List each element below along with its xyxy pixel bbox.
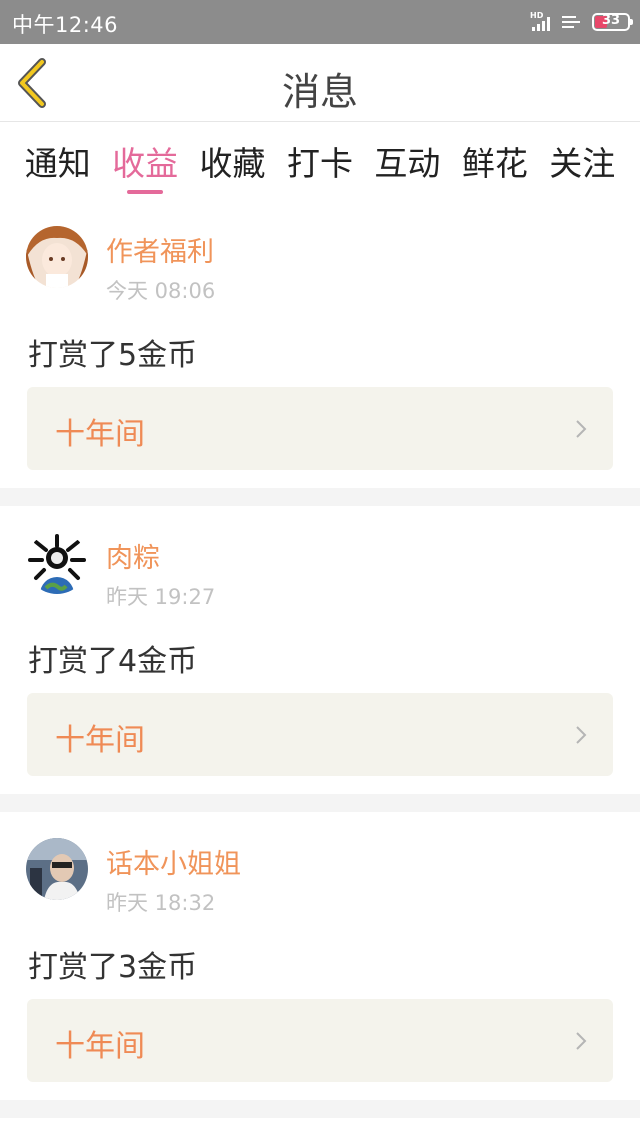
tab-bar: 通知 收益 收藏 打卡 互动 鲜花 关注 (0, 122, 640, 200)
avatar[interactable] (26, 226, 88, 288)
message-list: 作者福利 今天 08:06 打赏了5金币 十年间 肉粽 昨天 19:27 打赏了… (0, 200, 640, 1118)
chevron-right-icon (576, 726, 587, 744)
wifi-icon (562, 14, 584, 30)
battery-icon: 33 (592, 13, 633, 31)
chevron-right-icon (576, 420, 587, 438)
top-bar: 消息 (0, 44, 640, 122)
chevron-right-icon (576, 1032, 587, 1050)
message-text: 打赏了5金币 (28, 338, 198, 373)
message-card: 肉粽 昨天 19:27 打赏了4金币 十年间 (0, 506, 640, 794)
tab-checkin[interactable]: 打卡 (287, 122, 353, 200)
tab-interaction[interactable]: 互动 (374, 122, 440, 200)
message-card: 话本小姐姐 昨天 18:32 打赏了3金币 十年间 (0, 812, 640, 1100)
message-time: 昨天 19:27 (106, 585, 216, 609)
tab-notification[interactable]: 通知 (25, 122, 91, 200)
book-title: 十年间 (55, 723, 145, 758)
page-title: 消息 (281, 70, 358, 114)
status-time: 中午12:46 (12, 13, 119, 37)
battery-level: 33 (601, 13, 621, 28)
tab-favorites[interactable]: 收藏 (200, 122, 266, 200)
message-card: 作者福利 今天 08:06 打赏了5金币 十年间 (0, 200, 640, 488)
status-bar: 中午12:46 HD 33 (0, 0, 640, 44)
tab-flowers[interactable]: 鲜花 (462, 122, 528, 200)
status-icons: HD 33 (530, 11, 633, 33)
sender-name[interactable]: 作者福利 (106, 230, 214, 269)
book-link[interactable]: 十年间 (27, 693, 613, 776)
book-link[interactable]: 十年间 (27, 999, 613, 1082)
message-text: 打赏了4金币 (28, 644, 198, 679)
sender-name[interactable]: 肉粽 (106, 536, 160, 575)
signal-icon: HD (530, 11, 554, 32)
tab-following[interactable]: 关注 (549, 122, 615, 200)
anime-girl-avatar-icon (26, 226, 88, 288)
sender-name[interactable]: 话本小姐姐 (106, 842, 241, 881)
photo-avatar-icon (26, 838, 88, 900)
message-time: 今天 08:06 (106, 279, 216, 303)
skull-globe-avatar-icon (26, 532, 88, 594)
message-time: 昨天 18:32 (106, 891, 216, 915)
divider (0, 1100, 640, 1118)
book-title: 十年间 (55, 1029, 145, 1064)
divider (0, 488, 640, 506)
tab-earnings[interactable]: 收益 (112, 122, 178, 200)
avatar[interactable] (26, 838, 88, 900)
book-title: 十年间 (55, 417, 145, 452)
divider (0, 794, 640, 812)
book-link[interactable]: 十年间 (27, 387, 613, 470)
message-text: 打赏了3金币 (28, 950, 198, 985)
avatar[interactable] (26, 532, 88, 594)
